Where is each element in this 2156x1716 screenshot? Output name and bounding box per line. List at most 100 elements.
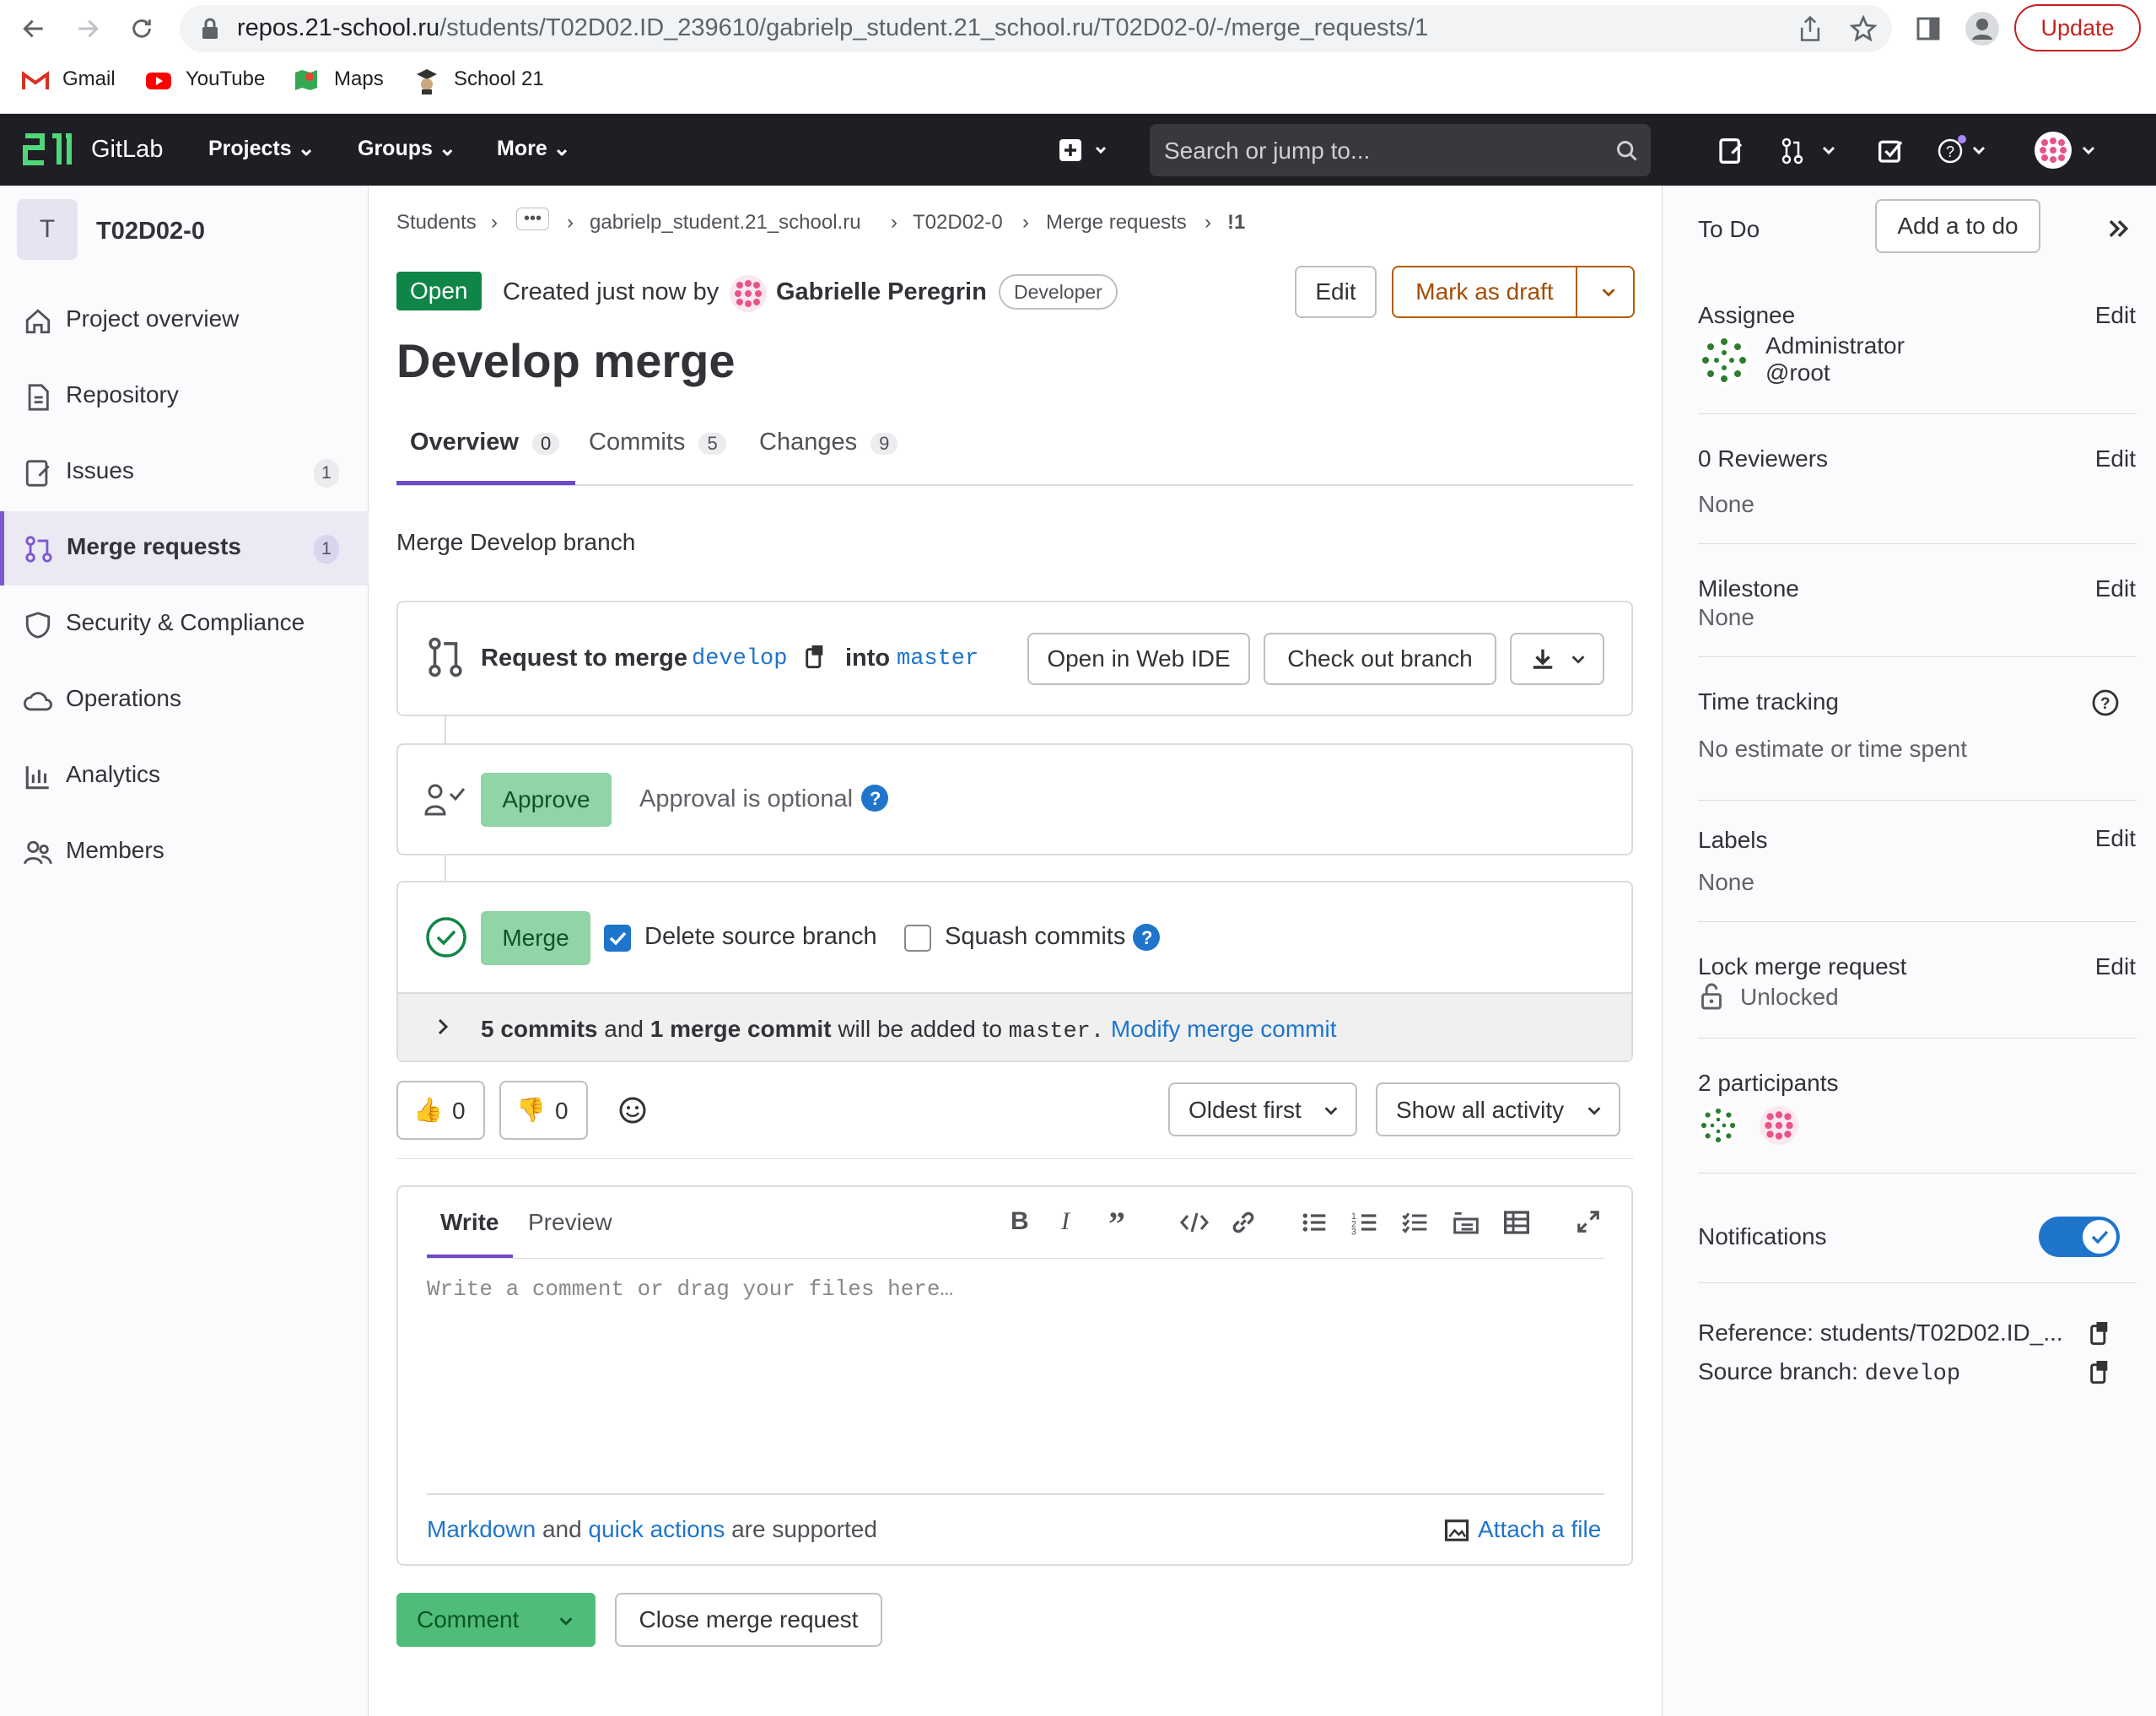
reload-icon[interactable] [128, 15, 155, 42]
comment-button[interactable]: Comment [417, 1606, 519, 1633]
numbered-list-icon[interactable]: 123 [1351, 1209, 1378, 1236]
project-name[interactable]: T02D02-0 [96, 218, 205, 246]
breadcrumb-current[interactable]: !1 [1227, 211, 1245, 235]
labels-edit-link[interactable]: Edit [2095, 825, 2136, 852]
profile-icon[interactable] [1965, 12, 1999, 46]
fullscreen-icon[interactable] [1576, 1209, 1601, 1234]
notifications-toggle[interactable] [2039, 1217, 2120, 1257]
activity-filter-dropdown[interactable]: Show all activity [1376, 1082, 1620, 1136]
mark-as-draft-button[interactable]: Mark as draft [1393, 267, 1576, 316]
task-list-icon[interactable] [1402, 1209, 1429, 1236]
download-dropdown[interactable] [1510, 633, 1604, 685]
collapsible-icon[interactable] [1453, 1209, 1480, 1236]
forward-icon[interactable] [74, 15, 101, 42]
add-todo-button[interactable]: Add a to do [1875, 199, 2040, 253]
bold-icon[interactable]: B [1011, 1207, 1029, 1236]
breadcrumb-students[interactable]: Students [396, 211, 477, 235]
sidebar-item-operations[interactable]: Operations [0, 663, 369, 737]
breadcrumb-namespace[interactable]: gabrielp_student.21_school.ru [590, 211, 861, 235]
markdown-link[interactable]: Markdown [427, 1516, 536, 1542]
edit-button[interactable]: Edit [1295, 266, 1377, 318]
nav-projects[interactable]: Projects ⌄ [208, 136, 315, 161]
delete-source-checkbox[interactable] [604, 925, 631, 952]
source-branch-link[interactable]: develop [692, 646, 787, 672]
school21-logo-icon[interactable] [22, 131, 73, 168]
reviewers-edit-link[interactable]: Edit [2095, 445, 2136, 472]
squash-commits-label[interactable]: Squash commits [945, 923, 1125, 951]
todos-nav-icon[interactable] [1878, 138, 1905, 165]
sidepanel-icon[interactable] [1915, 15, 1942, 42]
nav-more[interactable]: More ⌄ [497, 136, 571, 161]
sidebar-item-members[interactable]: Members [0, 815, 369, 889]
quick-actions-link[interactable]: quick actions [588, 1516, 725, 1542]
delete-source-label[interactable]: Delete source branch [644, 923, 877, 951]
user-avatar-icon[interactable] [2033, 131, 2100, 170]
chevron-right-icon[interactable] [435, 1017, 450, 1036]
thumbs-down-button[interactable]: 👎 0 [499, 1081, 588, 1140]
time-tracking-help-icon[interactable]: ? [2091, 688, 2120, 717]
copy-source-branch-icon[interactable] [2088, 1358, 2111, 1387]
project-avatar[interactable]: T [17, 199, 78, 260]
issues-nav-icon[interactable] [1717, 138, 1744, 165]
new-item-icon[interactable] [1059, 138, 1109, 162]
chevron-down-icon[interactable] [1599, 283, 1618, 301]
bookmark-gmail[interactable]: Gmail [62, 67, 116, 91]
open-web-ide-button[interactable]: Open in Web IDE [1027, 633, 1250, 685]
help-nav-icon[interactable]: ? [1937, 134, 1992, 168]
write-tab[interactable]: Write [440, 1209, 499, 1236]
commit-summary-row[interactable]: 5 commits and 1 merge commit will be add… [398, 992, 1631, 1060]
share-icon[interactable] [1798, 15, 1823, 42]
preview-tab[interactable]: Preview [528, 1209, 612, 1236]
search-input[interactable]: Search or jump to... [1150, 124, 1651, 176]
code-icon[interactable] [1179, 1209, 1210, 1236]
tab-changes[interactable]: Changes 9 [759, 429, 898, 456]
sidebar-item-project-overview[interactable]: Project overview [0, 283, 369, 358]
participant-avatar-admin[interactable] [1698, 1105, 1738, 1146]
thumbs-up-button[interactable]: 👍 0 [396, 1081, 485, 1140]
merge-requests-nav-icon[interactable] [1781, 138, 1841, 165]
modify-merge-commit-link[interactable]: Modify merge commit [1111, 1016, 1337, 1042]
breadcrumb-project[interactable]: T02D02-0 [913, 211, 1003, 235]
assignee-name[interactable]: Administrator [1765, 332, 1905, 359]
sidebar-item-security[interactable]: Security & Compliance [0, 587, 369, 661]
participant-avatar-gabrielle[interactable] [1759, 1105, 1799, 1146]
assignee-avatar[interactable] [1698, 334, 1750, 386]
bookmark-youtube[interactable]: YouTube [186, 67, 265, 91]
bookmark-maps[interactable]: Maps [334, 67, 384, 91]
breadcrumb-more-button[interactable]: ••• [516, 208, 550, 230]
tab-commits[interactable]: Commits 5 [589, 429, 726, 456]
sidebar-item-issues[interactable]: Issues 1 [0, 435, 369, 510]
add-reaction-icon[interactable] [618, 1096, 647, 1125]
milestone-edit-link[interactable]: Edit [2095, 575, 2136, 602]
link-icon[interactable] [1230, 1209, 1257, 1236]
squash-help-icon[interactable]: ? [1132, 923, 1161, 952]
breadcrumb-merge-requests[interactable]: Merge requests [1046, 211, 1187, 235]
bullet-list-icon[interactable] [1301, 1209, 1328, 1236]
close-merge-request-button[interactable]: Close merge request [615, 1593, 882, 1647]
lock-edit-link[interactable]: Edit [2095, 953, 2136, 980]
sort-order-dropdown[interactable]: Oldest first [1168, 1082, 1357, 1136]
comment-textarea[interactable]: Write a comment or drag your files here… [427, 1271, 1604, 1499]
nav-groups[interactable]: Groups ⌄ [358, 136, 456, 161]
sidebar-item-repository[interactable]: Repository [0, 359, 369, 434]
attach-file-link[interactable]: Attach a file [1478, 1516, 1601, 1543]
bookmark-star-icon[interactable] [1850, 15, 1877, 42]
address-bar[interactable]: repos.21-school.ru/students/T02D02.ID_23… [180, 5, 1892, 52]
italic-icon[interactable]: I [1061, 1207, 1070, 1236]
update-button[interactable]: Update [2014, 4, 2141, 51]
sidebar-item-merge-requests[interactable]: Merge requests 1 [0, 511, 369, 585]
squash-commits-checkbox[interactable] [904, 925, 931, 952]
copy-reference-icon[interactable] [2088, 1319, 2111, 1348]
collapse-sidebar-icon[interactable] [2106, 216, 2132, 241]
chevron-down-icon[interactable] [557, 1611, 575, 1630]
gitlab-wordmark[interactable]: GitLab [91, 136, 163, 164]
tab-overview[interactable]: Overview 0 [410, 429, 560, 456]
back-icon[interactable] [20, 15, 47, 42]
approve-button[interactable]: Approve [481, 773, 612, 827]
table-icon[interactable] [1503, 1209, 1530, 1236]
author-avatar[interactable] [729, 274, 768, 313]
author-name[interactable]: Gabrielle Peregrin [776, 278, 987, 306]
bookmark-school21[interactable]: School 21 [454, 67, 544, 91]
sidebar-item-analytics[interactable]: Analytics [0, 739, 369, 813]
approval-help-icon[interactable]: ? [860, 784, 889, 812]
